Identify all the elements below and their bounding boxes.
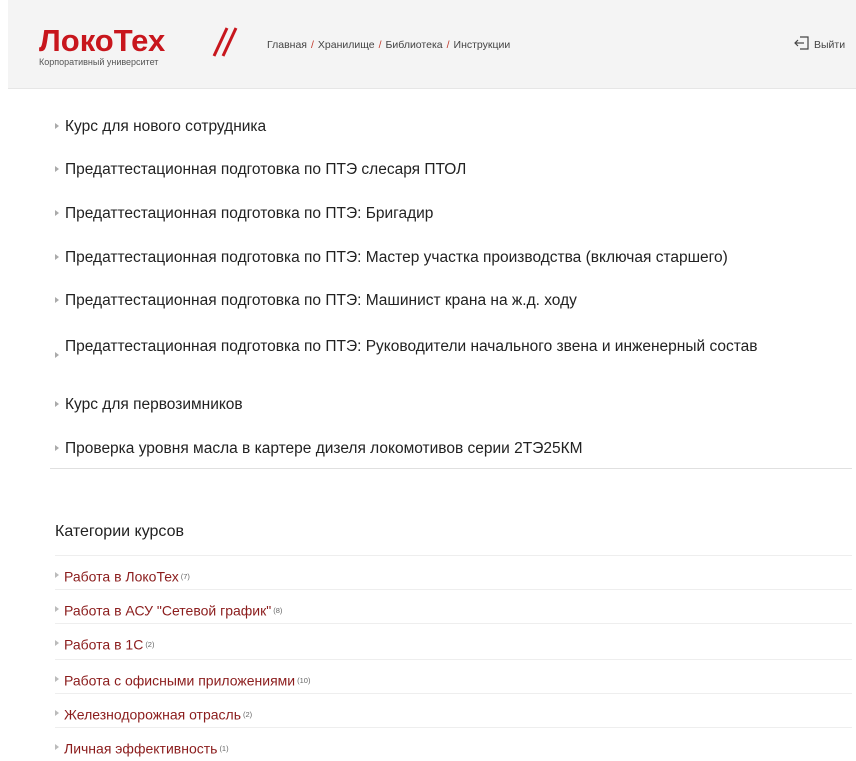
course-title: Проверка уровня масла в картере дизеля л… [65, 439, 583, 457]
category-name: Железнодорожная отрасль [64, 706, 242, 723]
course-item[interactable]: Проверка уровня масла в картере дизеля л… [55, 440, 845, 458]
arrow-icon [55, 444, 59, 451]
logo-mark: ЛокоТех [39, 24, 238, 58]
category-count: (7) [180, 571, 190, 581]
category-count: (8) [273, 605, 283, 615]
breadcrumb: Главная / Хранилище / Библиотека / Инструкции [267, 39, 510, 51]
category-name: Работа в АСУ "Сетевой график" [64, 602, 272, 619]
arrow-icon [55, 253, 59, 260]
breadcrumb-separator: / [378, 39, 382, 51]
logout-label: Выйти [814, 38, 846, 51]
course-item[interactable]: Курс для первозимников [55, 396, 845, 414]
course-title: Предаттестационная подготовка по ПТЭ сле… [65, 160, 467, 178]
category-count: (2) [243, 709, 253, 719]
category-count: (10) [297, 675, 311, 685]
category-count: (2) [145, 639, 155, 649]
arrow-icon [55, 351, 59, 358]
arrow-icon [55, 296, 59, 303]
logo-subtitle: Корпоративный университет [39, 57, 159, 67]
arrow-icon [55, 165, 59, 172]
category-name: Работа с офисными приложениями [64, 672, 296, 689]
arrow-icon [55, 606, 59, 613]
arrow-icon [55, 640, 59, 647]
arrow-icon [55, 122, 59, 129]
breadcrumb-home[interactable]: Главная [267, 39, 307, 51]
category-name: Работа в 1С [64, 636, 144, 653]
logout-button[interactable]: Выйти [794, 36, 845, 53]
course-title: Предаттестационная подготовка по ПТЭ: Ру… [65, 337, 758, 355]
course-title: Предаттестационная подготовка по ПТЭ: Бр… [65, 204, 434, 222]
logout-icon [794, 36, 810, 53]
course-item[interactable]: Предаттестационная подготовка по ПТЭ: Ма… [55, 249, 845, 267]
arrow-icon [55, 400, 59, 407]
course-title: Предаттестационная подготовка по ПТЭ: Ма… [65, 248, 728, 266]
arrow-icon [55, 676, 59, 683]
arrow-icon [55, 572, 59, 579]
category-item[interactable]: Железнодорожная отрасль (2) [55, 693, 852, 727]
breadcrumb-library[interactable]: Библиотека [386, 39, 443, 51]
category-item[interactable]: Личная эффективность (1) [55, 727, 852, 761]
header: ЛокоТех Корпоративный университет Главна… [8, 0, 856, 89]
category-item[interactable]: Работа в 1С (2) [55, 623, 852, 657]
category-name: Работа в ЛокоТех [64, 568, 179, 585]
course-item[interactable]: Предаттестационная подготовка по ПТЭ сле… [55, 161, 845, 179]
course-item[interactable]: Предаттестационная подготовка по ПТЭ: Ма… [55, 292, 845, 310]
breadcrumb-instructions[interactable]: Инструкции [454, 39, 511, 51]
course-item[interactable]: Предаттестационная подготовка по ПТЭ: Бр… [55, 205, 845, 223]
course-item[interactable]: Курс для нового сотрудника [55, 118, 845, 136]
breadcrumb-separator: / [446, 39, 450, 51]
course-item[interactable]: Предаттестационная подготовка по ПТЭ: Ру… [55, 337, 845, 358]
categories-title: Категории курсов [55, 523, 184, 540]
category-item[interactable]: Работа с офисными приложениями (10) [55, 659, 852, 693]
category-item[interactable]: Работа в АСУ "Сетевой график" (8) [55, 589, 852, 623]
arrow-icon [55, 744, 59, 751]
category-count: (1) [219, 743, 229, 753]
course-title: Предаттестационная подготовка по ПТЭ: Ма… [65, 291, 577, 309]
arrow-icon [55, 209, 59, 216]
breadcrumb-separator: / [310, 39, 314, 51]
logo-text: ЛокоТех [39, 24, 166, 58]
divider [50, 468, 852, 469]
category-item[interactable]: Работа в ЛокоТех (7) [55, 555, 852, 589]
breadcrumb-storage[interactable]: Хранилище [318, 39, 375, 51]
arrow-icon [55, 710, 59, 717]
course-title: Курс для нового сотрудника [65, 117, 267, 135]
course-title: Курс для первозимников [65, 395, 243, 413]
category-name: Личная эффективность [64, 740, 218, 757]
